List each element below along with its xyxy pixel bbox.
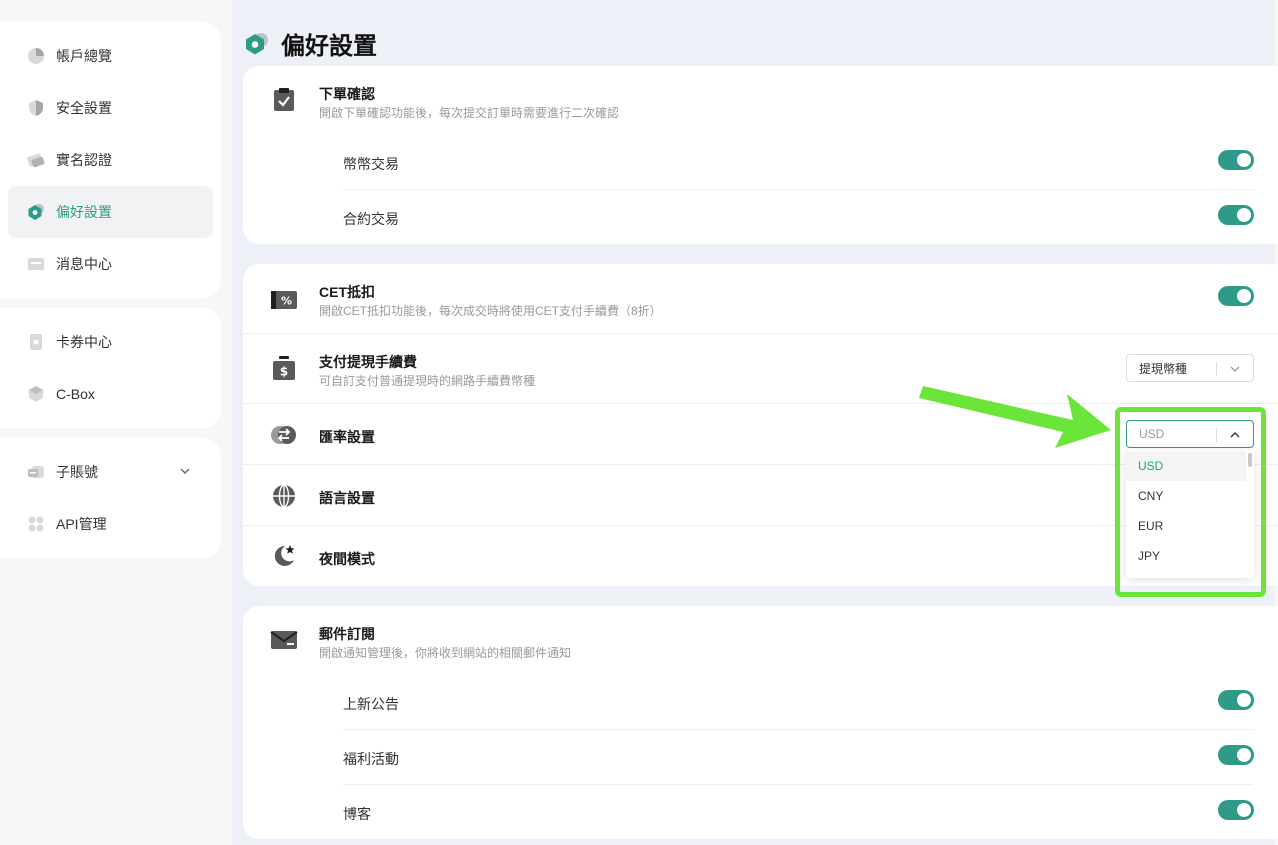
sidebar-item-label: C-Box: [56, 386, 95, 402]
moon-star-icon: [270, 542, 298, 570]
new-listing-toggle[interactable]: [1218, 690, 1254, 710]
shield-icon: [26, 98, 46, 118]
sidebar-item-kyc[interactable]: 實名認證: [8, 134, 213, 186]
sidebar-item-label: 帳戶總覽: [56, 48, 112, 64]
email-subscription-card: 郵件訂閱 開啟通知管理後，你將收到網站的相關郵件通知 上新公告 福利活動 博客: [243, 606, 1278, 839]
chevron-down-icon[interactable]: [179, 464, 191, 480]
exchange-rate-icon: [270, 421, 298, 449]
futures-trading-label: 合約交易: [343, 211, 399, 227]
currency-option-cny[interactable]: CNY: [1126, 481, 1246, 511]
select-separator: [1216, 428, 1217, 442]
sidebar-item-sub-account[interactable]: 子賬號: [8, 446, 213, 498]
exchange-rate-select-value: USD: [1139, 427, 1165, 441]
spot-trading-toggle[interactable]: [1218, 150, 1254, 170]
sidebar-item-label: API管理: [56, 516, 107, 532]
spot-trading-label: 幣幣交易: [343, 156, 399, 172]
sidebar-item-messages[interactable]: 消息中心: [8, 238, 213, 290]
sidebar-item-label: 偏好設置: [56, 204, 112, 220]
sidebar-item-label: 卡券中心: [56, 334, 112, 350]
night-mode-title: 夜間模式: [319, 551, 375, 567]
futures-trading-toggle[interactable]: [1218, 205, 1254, 225]
api-icon: [26, 514, 46, 534]
cet-toggle[interactable]: [1218, 286, 1254, 306]
chevron-down-icon: [1229, 363, 1241, 375]
blog-label: 博客: [343, 806, 371, 822]
divider: [343, 189, 1254, 190]
divider: [343, 729, 1254, 730]
divider: [243, 464, 1278, 465]
cet-title: CET抵扣: [319, 284, 375, 300]
svg-text:%: %: [281, 295, 292, 308]
mail-icon: [270, 626, 298, 654]
divider: [243, 525, 1278, 526]
email-title: 郵件訂閱: [319, 626, 375, 642]
sidebar-item-label: 實名認證: [56, 152, 112, 168]
chevron-up-icon: [1229, 429, 1241, 441]
sidebar-item-security[interactable]: 安全設置: [8, 82, 213, 134]
exchange-rate-title: 匯率設置: [319, 429, 375, 445]
globe-icon: [270, 482, 298, 510]
preferences-icon: [26, 202, 46, 222]
cet-desc: 開啟CET抵扣功能後，每次成交時將使用CET支付手續費（8折）: [319, 304, 662, 318]
sidebar-item-account-overview[interactable]: 帳戶總覽: [8, 30, 213, 82]
withdraw-fee-title: 支付提現手續費: [319, 354, 417, 370]
pie-chart-icon: [26, 46, 46, 66]
general-settings-card: % CET抵扣 開啟CET抵扣功能後，每次成交時將使用CET支付手續費（8折） …: [243, 264, 1278, 586]
sidebar-group-account: 帳戶總覽 安全設置 實名認證 偏好設置 消息中心: [0, 22, 221, 298]
sub-account-icon: [26, 462, 46, 482]
exchange-rate-select[interactable]: USD: [1126, 420, 1254, 448]
sidebar-item-label: 消息中心: [56, 256, 112, 272]
new-listing-label: 上新公告: [343, 696, 399, 712]
id-card-icon: [26, 150, 46, 170]
sidebar-item-label: 子賬號: [56, 464, 98, 480]
currency-option-usd[interactable]: USD: [1126, 451, 1246, 481]
order-confirm-title: 下單確認: [319, 86, 375, 102]
page-title: 偏好設置: [281, 33, 377, 60]
sidebar-group-rewards: 卡券中心 C-Box: [0, 308, 221, 428]
language-title: 語言設置: [319, 490, 375, 506]
dropdown-scrollbar[interactable]: [1248, 453, 1252, 467]
email-desc: 開啟通知管理後，你將收到網站的相關郵件通知: [319, 646, 572, 660]
withdraw-fee-icon: $: [270, 354, 298, 382]
blog-toggle[interactable]: [1218, 800, 1254, 820]
svg-text:$: $: [280, 365, 288, 379]
withdraw-fee-select-value: 提現幣種: [1139, 361, 1188, 376]
currency-option-jpy[interactable]: JPY: [1126, 541, 1246, 571]
divider: [243, 403, 1278, 404]
order-confirm-desc: 開啟下單確認功能後，每次提交訂單時需要進行二次確認: [319, 106, 620, 120]
sidebar-item-cbox[interactable]: C-Box: [8, 368, 213, 420]
divider: [243, 333, 1278, 334]
exchange-rate-dropdown: USD CNY EUR JPY: [1126, 450, 1254, 578]
box-icon: [26, 384, 46, 404]
withdraw-fee-desc: 可自訂支付普通提現時的網路手續費幣種: [319, 374, 536, 388]
clipboard-check-icon: [270, 86, 298, 114]
select-separator: [1216, 362, 1217, 376]
divider: [343, 784, 1254, 785]
sidebar-item-api[interactable]: API管理: [8, 498, 213, 550]
currency-option-eur[interactable]: EUR: [1126, 511, 1246, 541]
discount-ticket-icon: %: [270, 286, 298, 314]
message-icon: [26, 254, 46, 274]
page-header: 偏好設置: [243, 26, 377, 61]
preferences-icon: [243, 30, 271, 58]
order-confirm-card: 下單確認 開啟下單確認功能後，每次提交訂單時需要進行二次確認 幣幣交易 合約交易: [243, 66, 1278, 244]
sidebar-item-preferences[interactable]: 偏好設置: [8, 186, 213, 238]
withdraw-fee-select[interactable]: 提現幣種: [1126, 354, 1254, 382]
sidebar-group-management: 子賬號 API管理: [0, 438, 221, 558]
promotions-label: 福利活動: [343, 751, 399, 767]
promotions-toggle[interactable]: [1218, 745, 1254, 765]
sidebar-item-label: 安全設置: [56, 100, 112, 116]
sidebar-item-coupons[interactable]: 卡券中心: [8, 316, 213, 368]
coupon-icon: [26, 332, 46, 352]
